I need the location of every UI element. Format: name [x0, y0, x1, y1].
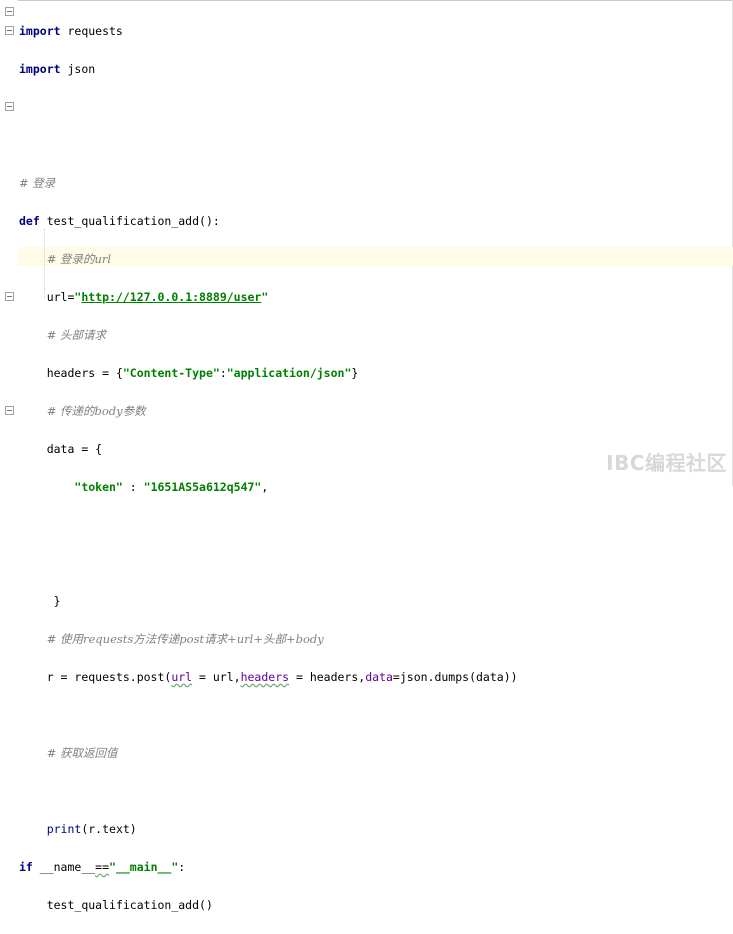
- code-line-3[interactable]: [19, 98, 518, 117]
- code-line-19[interactable]: [19, 706, 518, 725]
- code-line-24[interactable]: test_qualification_add(): [19, 896, 518, 915]
- top-border: [0, 0, 733, 1]
- fold-end-icon[interactable]: [5, 292, 14, 301]
- code-line-10[interactable]: headers = {"Content-Type":"application/j…: [19, 364, 518, 383]
- code-line-7[interactable]: # 登录的url: [19, 250, 518, 269]
- code-editor[interactable]: import requests import json # 登录 def tes…: [19, 3, 518, 934]
- code-line-11[interactable]: # 传递的body参数: [19, 402, 518, 421]
- code-line-14[interactable]: [19, 516, 518, 535]
- code-line-15[interactable]: [19, 554, 518, 573]
- fold-end-icon[interactable]: [5, 26, 14, 35]
- url-link[interactable]: http://127.0.0.1:8889/user: [81, 290, 261, 304]
- code-line-22[interactable]: print(r.text): [19, 820, 518, 839]
- code-line-18[interactable]: r = requests.post(url = url,headers = he…: [19, 668, 518, 687]
- code-line-13[interactable]: "token" : "1651AS5a612q547",: [19, 478, 518, 497]
- code-line-5[interactable]: # 登录: [19, 174, 518, 193]
- code-line-12[interactable]: data = {: [19, 440, 518, 459]
- fold-marker-icon[interactable]: [5, 102, 14, 111]
- code-line-21[interactable]: [19, 782, 518, 801]
- fold-marker-icon[interactable]: [5, 7, 14, 16]
- code-line-6[interactable]: def test_qualification_add():: [19, 212, 518, 231]
- code-line-16[interactable]: }: [19, 592, 518, 611]
- fold-end-icon[interactable]: [5, 406, 14, 415]
- code-line-17[interactable]: # 使用requests方法传递post请求+url+头部+body: [19, 630, 518, 649]
- code-line-20[interactable]: # 获取返回值: [19, 744, 518, 763]
- code-line-23[interactable]: if __name__=="__main__":: [19, 858, 518, 877]
- code-line-8[interactable]: url="http://127.0.0.1:8889/user": [19, 288, 518, 307]
- code-line-1[interactable]: import requests: [19, 22, 518, 41]
- code-line-4[interactable]: [19, 136, 518, 155]
- code-line-9[interactable]: # 头部请求: [19, 326, 518, 345]
- code-line-2[interactable]: import json: [19, 60, 518, 79]
- watermark: IBC编程社区: [606, 451, 727, 475]
